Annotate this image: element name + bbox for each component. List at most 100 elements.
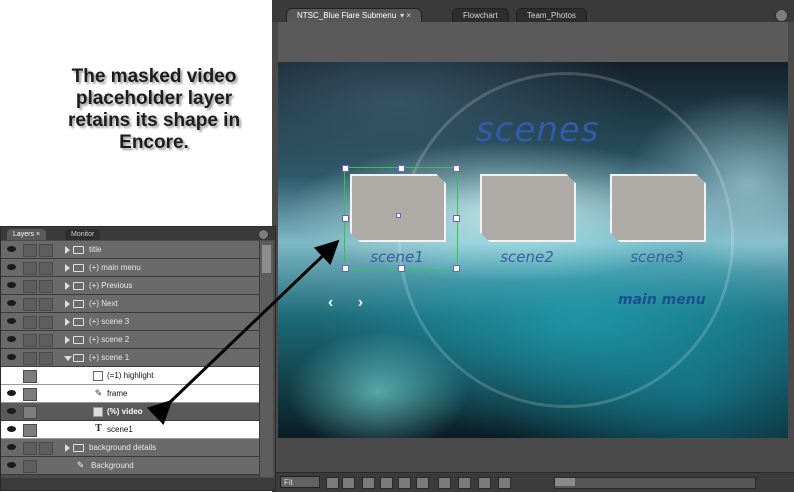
grid-icon[interactable] bbox=[362, 477, 375, 489]
text-layer-icon: T bbox=[95, 424, 102, 434]
lock-toggle[interactable] bbox=[23, 388, 37, 401]
expand-arrow-icon[interactable] bbox=[65, 444, 70, 452]
collapse-arrow-icon[interactable] bbox=[64, 356, 72, 361]
layer-row-video[interactable]: (%) video bbox=[1, 403, 259, 421]
lock-toggle[interactable] bbox=[23, 316, 37, 329]
scene2-button-label[interactable]: scene2 bbox=[472, 248, 582, 266]
visibility-eye-icon[interactable] bbox=[7, 318, 16, 324]
resize-handle[interactable] bbox=[342, 215, 349, 222]
layer-row-scene-2[interactable]: (+) scene 2 bbox=[1, 331, 259, 349]
zoom-select[interactable]: Fit bbox=[280, 476, 320, 488]
expand-arrow-icon[interactable] bbox=[65, 318, 70, 326]
tab-team-photos[interactable]: Team_Photos bbox=[516, 8, 587, 23]
lock-toggle[interactable] bbox=[23, 424, 37, 437]
layer-row-background[interactable]: ✎ Background bbox=[1, 457, 259, 475]
scene3-video-placeholder[interactable] bbox=[610, 174, 706, 242]
visibility-eye-icon[interactable] bbox=[7, 444, 16, 450]
visibility-eye-icon[interactable] bbox=[7, 426, 16, 432]
highlight-icon[interactable] bbox=[478, 477, 491, 489]
color-toggle[interactable] bbox=[39, 316, 53, 329]
tab-ntsc-blue-flare-submenu[interactable]: NTSC_Blue Flare Submenu ▾ × bbox=[286, 8, 423, 23]
folder-open-icon bbox=[73, 354, 84, 362]
safe-area-icon[interactable] bbox=[326, 477, 339, 489]
tab-flowchart[interactable]: Flowchart bbox=[452, 8, 509, 23]
color-toggle[interactable] bbox=[39, 298, 53, 311]
layer-row-scene-1[interactable]: (+) scene 1 bbox=[1, 349, 259, 367]
monitor-window: NTSC_Blue Flare Submenu ▾ × Flowchart Tea… bbox=[272, 0, 794, 492]
main-menu-button[interactable]: main menu bbox=[618, 292, 706, 308]
subtitle-icon[interactable] bbox=[438, 477, 451, 489]
layer-row-next[interactable]: (+) Next bbox=[1, 295, 259, 313]
visibility-eye-icon[interactable] bbox=[7, 246, 16, 252]
color-toggle[interactable] bbox=[39, 334, 53, 347]
layers-scrollbar[interactable] bbox=[259, 241, 273, 477]
layer-label: (+) scene 2 bbox=[89, 335, 130, 344]
lock-toggle[interactable] bbox=[23, 352, 37, 365]
color-toggle[interactable] bbox=[39, 262, 53, 275]
resize-handle[interactable] bbox=[342, 265, 349, 272]
visibility-eye-icon[interactable] bbox=[7, 264, 16, 270]
lock-icon[interactable] bbox=[23, 460, 37, 473]
resize-handle[interactable] bbox=[453, 265, 460, 272]
panel-menu-icon[interactable] bbox=[775, 9, 788, 22]
expand-arrow-icon[interactable] bbox=[65, 336, 70, 344]
visibility-eye-icon[interactable] bbox=[7, 300, 16, 306]
resize-handle[interactable] bbox=[398, 265, 405, 272]
layer-row-previous[interactable]: (+) Previous bbox=[1, 277, 259, 295]
layer-row-scene1-text[interactable]: T scene1 bbox=[1, 421, 259, 439]
lock-toggle[interactable] bbox=[23, 280, 37, 293]
layer-row-main-menu[interactable]: (+) main menu bbox=[1, 259, 259, 277]
color-toggle[interactable] bbox=[39, 352, 53, 365]
color-toggle[interactable] bbox=[39, 442, 53, 455]
tab-close-icon[interactable]: ▾ × bbox=[400, 11, 411, 20]
lock-toggle[interactable] bbox=[23, 334, 37, 347]
scene3-button-label[interactable]: scene3 bbox=[602, 248, 712, 266]
align-icon[interactable] bbox=[398, 477, 411, 489]
resize-handle[interactable] bbox=[342, 165, 349, 172]
layer-row-title[interactable]: title bbox=[1, 241, 259, 259]
nav-arrow-buttons[interactable]: ‹ › bbox=[328, 294, 373, 312]
frame-icon[interactable] bbox=[342, 477, 355, 489]
visibility-eye-icon[interactable] bbox=[7, 408, 16, 414]
scene2-video-placeholder[interactable] bbox=[480, 174, 576, 242]
visibility-eye-icon[interactable] bbox=[7, 390, 16, 396]
selection-bounding-box[interactable] bbox=[342, 165, 460, 272]
menu-preview-stage[interactable]: scenes scene1 scene2 scene3 ‹ › main men… bbox=[278, 62, 788, 438]
resize-handle[interactable] bbox=[453, 215, 460, 222]
preview-icon[interactable] bbox=[498, 477, 511, 489]
layers-tab-bar: Layers × Monitor bbox=[1, 227, 275, 240]
scrollbar-thumb[interactable] bbox=[555, 478, 575, 486]
scrollbar-thumb[interactable] bbox=[262, 245, 271, 273]
visibility-eye-icon[interactable] bbox=[7, 462, 16, 468]
color-set-icon[interactable] bbox=[416, 477, 429, 489]
visibility-eye-icon[interactable] bbox=[7, 282, 16, 288]
resize-handle[interactable] bbox=[398, 165, 405, 172]
brush-icon: ✎ bbox=[76, 460, 85, 470]
color-toggle[interactable] bbox=[39, 280, 53, 293]
layer-row-highlight[interactable]: (=1) highlight bbox=[1, 367, 259, 385]
tab-layers[interactable]: Layers × bbox=[7, 229, 47, 240]
horizontal-scrollbar[interactable] bbox=[554, 477, 756, 489]
lock-toggle[interactable] bbox=[23, 442, 37, 455]
layer-row-background-details[interactable]: background details bbox=[1, 439, 259, 457]
layer-row-frame[interactable]: ✎ frame bbox=[1, 385, 259, 403]
lock-toggle[interactable] bbox=[23, 370, 37, 383]
lock-toggle[interactable] bbox=[23, 262, 37, 275]
lock-toggle[interactable] bbox=[23, 298, 37, 311]
visibility-eye-icon[interactable] bbox=[7, 336, 16, 342]
expand-arrow-icon[interactable] bbox=[65, 282, 70, 290]
color-toggle[interactable] bbox=[39, 244, 53, 257]
routing-icon[interactable] bbox=[380, 477, 393, 489]
panel-menu-icon[interactable] bbox=[258, 229, 269, 240]
expand-arrow-icon[interactable] bbox=[65, 246, 70, 254]
folder-icon bbox=[73, 444, 84, 452]
lock-toggle[interactable] bbox=[23, 244, 37, 257]
expand-arrow-icon[interactable] bbox=[65, 264, 70, 272]
resize-handle[interactable] bbox=[453, 165, 460, 172]
expand-arrow-icon[interactable] bbox=[65, 300, 70, 308]
layer-row-scene-3[interactable]: (+) scene 3 bbox=[1, 313, 259, 331]
lock-toggle[interactable] bbox=[23, 406, 37, 419]
audio-icon[interactable] bbox=[458, 477, 471, 489]
tab-monitor[interactable]: Monitor bbox=[65, 229, 101, 240]
visibility-eye-icon[interactable] bbox=[7, 354, 16, 360]
